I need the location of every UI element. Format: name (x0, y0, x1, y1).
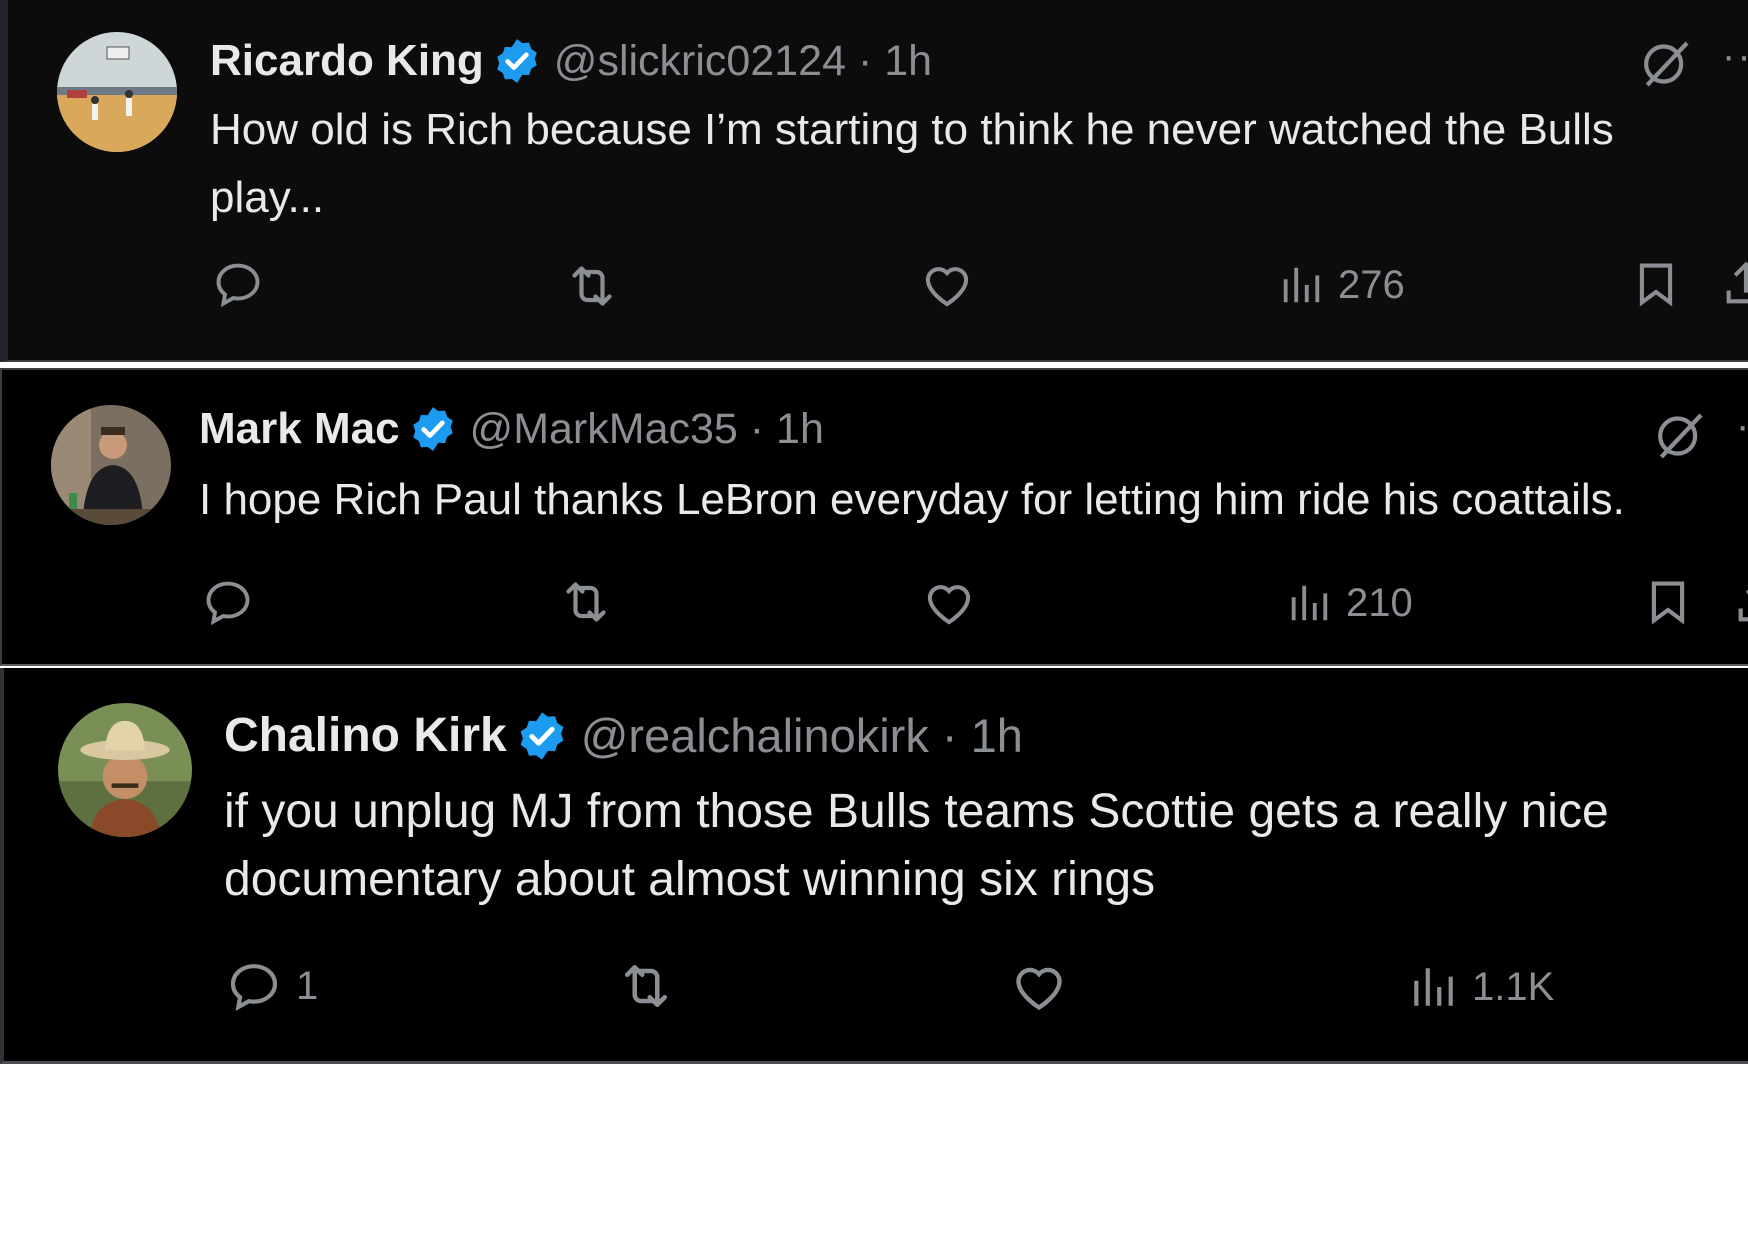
views-button[interactable]: 210 (1286, 580, 1413, 626)
share-icon (1720, 258, 1748, 310)
avatar[interactable] (58, 703, 192, 837)
reply-icon (212, 258, 264, 310)
views-icon (1278, 262, 1324, 308)
retweet-icon (564, 258, 620, 314)
verified-badge-icon (408, 404, 458, 454)
handle-time[interactable]: @realchalinokirk · 1h (581, 708, 1023, 763)
views-icon (1408, 962, 1458, 1012)
grok-icon[interactable] (1652, 408, 1708, 464)
retweet-button[interactable] (616, 956, 676, 1016)
avatar[interactable] (51, 405, 171, 525)
tweet-card[interactable]: Mark Mac @MarkMac35 · 1h · I hope Rich P… (0, 368, 1748, 666)
bookmark-icon (1630, 258, 1682, 310)
retweet-icon (558, 574, 614, 630)
like-icon (1010, 958, 1068, 1016)
verified-badge-icon (515, 709, 569, 763)
reply-icon (202, 576, 254, 628)
tweet-text-line: play... (210, 173, 325, 222)
views-icon (1286, 580, 1332, 626)
reply-button[interactable]: 1 (226, 958, 318, 1014)
avatar[interactable] (57, 32, 177, 152)
retweet-button[interactable] (564, 258, 620, 314)
views-button[interactable]: 1.1K (1408, 962, 1554, 1012)
bookmark-button[interactable] (1642, 576, 1694, 628)
display-name[interactable]: Chalino Kirk (224, 708, 507, 763)
reply-count: 1 (296, 963, 319, 1008)
views-button[interactable]: 276 (1278, 262, 1405, 308)
view-count: 210 (1346, 580, 1413, 625)
tweet-text-line: if you unplug MJ from those Bulls teams … (224, 785, 1609, 838)
grok-icon[interactable] (1638, 36, 1694, 92)
like-button[interactable] (1010, 958, 1068, 1016)
share-button[interactable] (1732, 576, 1748, 628)
verified-badge-icon (492, 36, 542, 86)
tweet-card[interactable]: Ricardo King @slickric02124 · 1h ·· How … (0, 0, 1748, 362)
view-count: 1.1K (1472, 964, 1555, 1009)
bookmark-icon (1642, 576, 1694, 628)
share-icon (1732, 576, 1748, 628)
retweet-icon (616, 956, 676, 1016)
like-icon (922, 576, 976, 630)
tweet-card[interactable]: Chalino Kirk @realchalinokirk · 1h if yo… (0, 668, 1748, 1064)
display-name[interactable]: Mark Mac (199, 404, 400, 454)
reply-icon (226, 958, 282, 1014)
like-button[interactable] (922, 576, 976, 630)
more-icon[interactable]: ·· (1722, 34, 1748, 79)
tweet-text-line: I hope Rich Paul thanks LeBron everyday … (199, 475, 1625, 524)
display-name[interactable]: Ricardo King (210, 36, 484, 86)
retweet-button[interactable] (558, 574, 614, 630)
reply-button[interactable] (202, 576, 268, 628)
share-button[interactable] (1720, 258, 1748, 310)
reply-button[interactable] (212, 258, 278, 310)
like-button[interactable] (920, 258, 974, 312)
bookmark-button[interactable] (1630, 258, 1682, 310)
view-count: 276 (1338, 262, 1405, 307)
tweet-text-line: documentary about almost winning six rin… (224, 853, 1156, 906)
like-icon (920, 258, 974, 312)
more-icon[interactable]: · (1736, 404, 1748, 449)
handle-time[interactable]: @slickric02124 · 1h (554, 37, 932, 86)
handle-time[interactable]: @MarkMac35 · 1h (470, 405, 824, 454)
tweet-text-line: How old is Rich because I’m starting to … (210, 105, 1614, 154)
